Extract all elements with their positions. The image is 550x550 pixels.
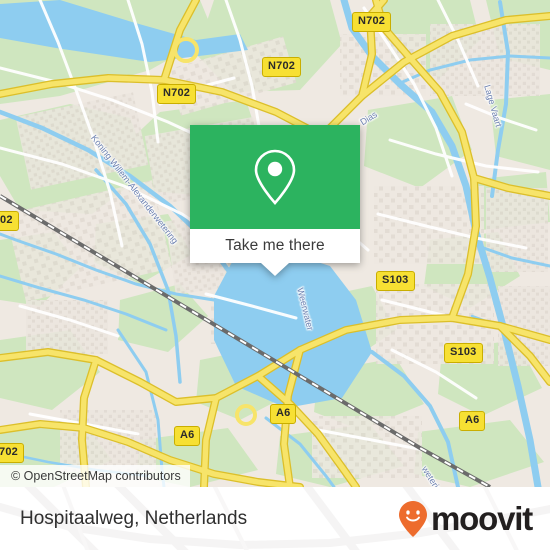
destination-popup-card[interactable]: Take me there bbox=[190, 125, 360, 276]
popup-pointer bbox=[261, 263, 289, 276]
moovit-place-card: N702 N702 N702 02 S103 S103 A6 A6 A6 702… bbox=[0, 0, 550, 550]
take-me-there-button[interactable]: Take me there bbox=[190, 229, 360, 263]
moovit-logo[interactable]: moovit bbox=[398, 500, 533, 538]
map-canvas[interactable]: N702 N702 N702 02 S103 S103 A6 A6 A6 702… bbox=[0, 0, 550, 487]
map-attribution[interactable]: © OpenStreetMap contributors bbox=[0, 465, 190, 487]
road-shield[interactable]: A6 bbox=[459, 411, 486, 431]
road-shield[interactable]: 02 bbox=[0, 211, 19, 231]
moovit-wordmark: moovit bbox=[431, 500, 533, 537]
take-me-there-label: Take me there bbox=[225, 237, 325, 254]
place-title: Hospitaalweg, Netherlands bbox=[20, 507, 248, 529]
road-shield[interactable]: N702 bbox=[352, 12, 392, 32]
road-shield[interactable]: 702 bbox=[0, 443, 24, 463]
road-shield[interactable]: N702 bbox=[157, 84, 197, 104]
popup-icon-panel bbox=[190, 125, 360, 229]
footer-bar: Hospitaalweg, Netherlands moovit bbox=[0, 487, 550, 550]
moovit-pin-smiley-icon bbox=[399, 500, 428, 537]
road-shield[interactable]: S103 bbox=[444, 343, 483, 363]
road-shield[interactable]: N702 bbox=[262, 57, 302, 77]
road-shield[interactable]: S103 bbox=[376, 271, 415, 291]
attribution-text: © OpenStreetMap contributors bbox=[11, 469, 181, 483]
map-pin-icon bbox=[254, 149, 296, 205]
road-shield[interactable]: A6 bbox=[174, 426, 201, 446]
road-shield[interactable]: A6 bbox=[270, 404, 297, 424]
